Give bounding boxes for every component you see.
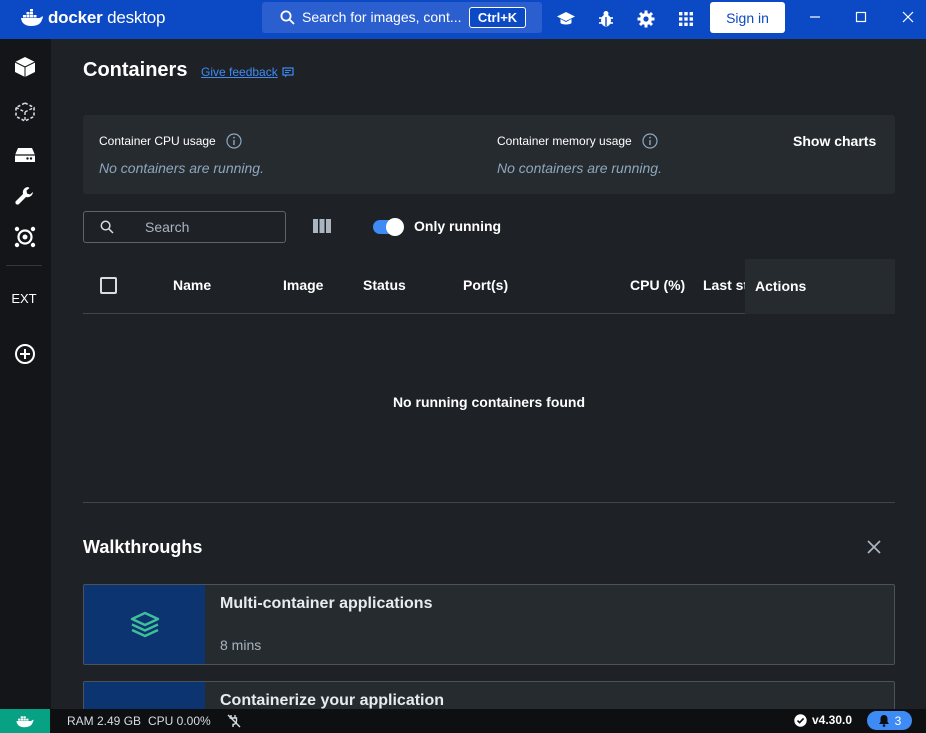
troubleshoot-bug-icon[interactable] [595, 8, 617, 30]
cpu-usage-label: Container CPU usage [99, 134, 216, 148]
wrench-icon [15, 187, 33, 205]
maximize-window-icon[interactable] [853, 9, 869, 25]
give-feedback-link[interactable]: Give feedback [201, 65, 294, 79]
sidebar-item-dev-environments[interactable] [10, 181, 40, 211]
title-bar: docker desktop Search for images, cont..… [0, 0, 926, 39]
sidebar-item-containers[interactable] [10, 52, 40, 82]
container-stats-panel: Container CPU usage No containers are ru… [83, 115, 895, 194]
sidebar-item-volumes[interactable] [10, 140, 40, 170]
walkthrough-thumbnail [84, 585, 205, 664]
sidebar-extensions-label: EXT [11, 291, 37, 306]
column-header-status[interactable]: Status [363, 277, 406, 293]
walkthroughs-title: Walkthroughs [83, 537, 203, 557]
sidebar-divider [6, 265, 42, 266]
extensions-grid-icon[interactable] [675, 8, 697, 30]
only-running-label: Only running [414, 218, 502, 234]
sign-in-button[interactable]: Sign in [710, 2, 785, 33]
docker-whale-icon [16, 716, 34, 728]
learning-center-icon[interactable] [555, 8, 577, 30]
column-header-ports[interactable]: Port(s) [463, 277, 508, 293]
status-bar: RAM 2.49 GB CPU 0.00% v4.30.0 3 [0, 709, 926, 733]
column-header-actions: Actions [755, 278, 807, 294]
ram-usage: RAM 2.49 GB [67, 714, 142, 728]
cpu-usage-label-group: Container CPU usage [99, 133, 242, 149]
minimize-window-icon[interactable] [807, 9, 823, 25]
container-search-placeholder: Search [145, 219, 190, 235]
walkthrough-title: Multi-container applications [220, 595, 433, 612]
column-header-actions-cell: Actions [745, 259, 895, 314]
check-circle-icon [794, 713, 807, 727]
empty-table-message: No running containers found [392, 394, 586, 410]
images-icon [15, 102, 35, 122]
page-title: Containers [83, 59, 188, 81]
global-search[interactable]: Search for images, cont... Ctrl+K [262, 2, 542, 33]
sidebar-item-docker-scout[interactable] [10, 222, 40, 252]
docker-logo: docker desktop [20, 7, 165, 29]
show-charts-button[interactable]: Show charts [793, 133, 876, 149]
docker-whale-icon [21, 9, 43, 26]
add-circle-icon [15, 344, 35, 364]
close-walkthroughs-icon[interactable] [866, 539, 882, 555]
notification-count: 3 [894, 713, 902, 728]
column-header-name[interactable]: Name [173, 277, 211, 293]
volumes-icon [15, 148, 35, 162]
cpu-usage-value: No containers are running. [99, 160, 264, 176]
version-indicator[interactable]: v4.30.0 [794, 713, 852, 727]
walkthrough-duration: 8 mins [220, 637, 262, 653]
sidebar-add-extension[interactable] [10, 339, 40, 369]
sidebar-item-images[interactable] [10, 97, 40, 127]
section-divider [83, 502, 895, 503]
column-header-cpu[interactable]: CPU (%) [630, 277, 685, 293]
global-search-text: Search for images, cont... [302, 9, 462, 25]
settings-gear-icon[interactable] [635, 8, 657, 30]
memory-info-icon[interactable] [642, 133, 658, 149]
walkthrough-thumbnail [84, 682, 205, 709]
feedback-chat-icon [282, 66, 294, 77]
cpu-usage: CPU 0.00% [148, 714, 211, 728]
toggle-knob [386, 218, 404, 236]
cpu-info-icon[interactable] [226, 133, 242, 149]
notifications-button[interactable]: 3 [867, 711, 912, 730]
memory-usage-label: Container memory usage [497, 134, 632, 148]
walkthrough-card[interactable]: Multi-container applications 8 mins [83, 584, 895, 665]
search-icon [100, 220, 114, 234]
memory-usage-label-group: Container memory usage [497, 133, 658, 149]
search-shortcut-badge: Ctrl+K [469, 7, 526, 28]
column-header-image[interactable]: Image [283, 277, 323, 293]
resource-saver-plug-icon[interactable] [227, 714, 241, 728]
walkthrough-title: Containerize your application [220, 692, 445, 709]
version-text: v4.30.0 [812, 713, 853, 727]
main-content: Containers Give feedback Container CPU u… [51, 39, 926, 709]
logo-bold: docker [48, 8, 103, 27]
sidebar: EXT [0, 39, 51, 709]
table-columns-icon[interactable] [313, 219, 331, 233]
bell-icon [878, 715, 889, 727]
containers-icon [14, 57, 36, 77]
close-window-icon[interactable] [900, 9, 916, 25]
engine-status-button[interactable] [0, 709, 50, 733]
only-running-toggle[interactable] [373, 218, 404, 236]
column-header-last-started[interactable]: Last st [703, 277, 748, 293]
logo-light: desktop [107, 8, 166, 27]
search-icon [280, 10, 295, 25]
containers-table-header: Name Image Status Port(s) CPU (%) Last s… [83, 259, 895, 314]
walkthrough-card[interactable]: Containerize your application [83, 681, 895, 709]
select-all-checkbox[interactable] [100, 277, 117, 294]
scout-icon [14, 226, 36, 248]
give-feedback-text: Give feedback [201, 65, 278, 79]
container-search-input[interactable]: Search [83, 211, 286, 243]
memory-usage-value: No containers are running. [497, 160, 662, 176]
layers-stack-icon [130, 611, 159, 637]
